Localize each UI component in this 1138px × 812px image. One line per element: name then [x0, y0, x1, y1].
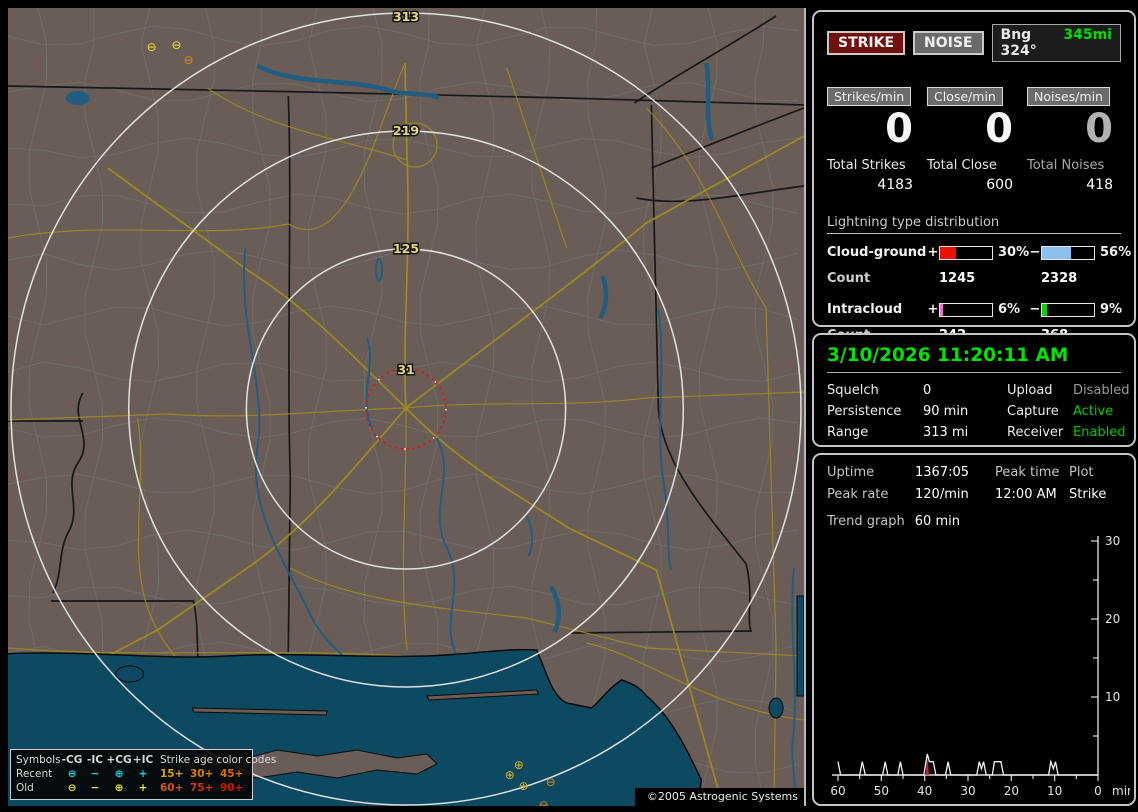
noises-per-min-column: Noises/min 0 Total Noises 418 — [1027, 86, 1121, 193]
strikes-per-min-header: Strikes/min — [827, 87, 912, 106]
capture-status: Active — [1073, 404, 1114, 419]
svg-text:30: 30 — [1105, 534, 1120, 548]
legend-symbols-header: Symbols — [16, 754, 61, 766]
total-noises-value: 418 — [1086, 177, 1113, 193]
noises-per-min-value: 0 — [1085, 106, 1113, 152]
strike-symbol: ⊖ — [539, 798, 549, 806]
cg-minus-count: 2328 — [1041, 271, 1078, 286]
copyright-notice: ©2005 Astrogenic Systems — [634, 788, 804, 806]
uptime-label: Uptime — [827, 465, 875, 480]
close-per-min-value: 0 — [985, 106, 1013, 152]
uptime-value: 1367:05 — [915, 465, 970, 480]
strike-symbol: ⊖ — [184, 53, 194, 67]
pos-cg-old-icon: ⊕ — [114, 782, 124, 794]
strike-filter-button[interactable]: STRIKE — [827, 31, 906, 55]
cg-minus-bar — [1041, 245, 1095, 260]
ring-label-219: 219 — [393, 123, 419, 138]
svg-text:10: 10 — [1105, 690, 1120, 704]
svg-text:50: 50 — [874, 784, 889, 798]
bearing-display: Bng 324° 345mi — [991, 24, 1121, 62]
trend-graph-label: Trend graph — [827, 514, 905, 529]
upload-label: Upload — [1007, 383, 1053, 398]
plot-value: Strike — [1069, 487, 1107, 502]
total-strikes-label: Total Strikes — [827, 158, 906, 173]
ic-plus-bar — [939, 302, 993, 317]
legend-row-recent: Recent ⊖ − ⊕ + 15+ 30+ 45+ — [16, 768, 244, 780]
trend-graph-value: 60 min — [914, 514, 960, 529]
neg-cg-old-icon: ⊖ — [67, 782, 77, 794]
strike-symbol: ⊕ — [505, 768, 515, 782]
close-per-min-header: Close/min — [927, 87, 1003, 106]
peak-time-value: 12:00 AM — [995, 487, 1057, 502]
squelch-label: Squelch — [827, 383, 879, 398]
intracloud-row: Intracloud + 6% − 9% — [827, 302, 1123, 317]
radar-map[interactable]: 313 219 125 31 ⊖ ⊖ ⊖ ⊕ ⊕ ⊕ ⊖ ⊖ Symbols -CG -IC … — [8, 8, 806, 806]
strike-symbol: ⊕ — [519, 779, 529, 793]
app-window: 313 219 125 31 ⊖ ⊖ ⊖ ⊕ ⊕ ⊕ ⊖ ⊖ Symbols -CG -IC … — [0, 0, 1138, 812]
capture-label: Capture — [1007, 404, 1059, 419]
svg-text:40: 40 — [917, 784, 932, 798]
svg-text:10: 10 — [1047, 784, 1062, 798]
svg-text:min: min — [1112, 784, 1130, 798]
total-strikes-value: 4183 — [877, 177, 913, 193]
peak-rate-value: 120/min — [915, 487, 969, 502]
svg-text:20: 20 — [1004, 784, 1019, 798]
strikes-per-min-value: 0 — [885, 106, 913, 152]
ring-label-313: 313 — [393, 9, 419, 24]
range-value: 313 mi — [923, 425, 969, 440]
neg-ic-recent-icon: − — [90, 768, 100, 780]
map-legend: Symbols -CG -IC +CG +IC Strike age color… — [10, 749, 277, 800]
stats-panel: Uptime 1367:05 Peak time Plot Peak rate … — [812, 453, 1136, 806]
svg-text:0: 0 — [1094, 784, 1102, 798]
ic-minus-bar — [1041, 302, 1095, 317]
distribution-title: Lightning type distribution — [827, 215, 1121, 234]
strike-symbol: ⊕ — [514, 758, 524, 772]
cg-plus-bar — [939, 245, 993, 260]
squelch-value: 0 — [923, 383, 932, 398]
strikes-per-min-column: Strikes/min 0 Total Strikes 4183 — [827, 86, 921, 193]
map-canvas: 313 219 125 31 ⊖ ⊖⊖⊕⊕⊕ ⊖⊖ — [8, 8, 804, 806]
strike-symbol: ⊖ — [147, 40, 157, 54]
neg-cg-recent-icon: ⊖ — [67, 768, 77, 780]
persistence-label: Persistence — [827, 404, 902, 419]
noise-filter-button[interactable]: NOISE — [913, 31, 984, 55]
cloud-ground-count-row: Count 1245 2328 — [827, 271, 1121, 286]
svg-text:20: 20 — [1105, 612, 1120, 626]
bearing-distance: 345mi — [1063, 27, 1112, 43]
svg-text:60: 60 — [830, 784, 845, 798]
trend-graph: 60 50 40 30 20 10 0 10 20 30 min — [830, 534, 1130, 798]
plot-label: Plot — [1069, 465, 1094, 480]
persistence-value: 90 min — [923, 404, 969, 419]
strike-symbol: ⊖ — [172, 38, 182, 52]
bearing-value: Bng 324° — [1000, 27, 1037, 59]
peak-time-label: Peak time — [995, 465, 1060, 480]
legend-row-old: Old ⊖ − ⊕ + 60+ 75+ 90+ — [16, 782, 244, 794]
settings-panel: 3/10/2026 11:20:11 AM Squelch 0 Upload D… — [812, 333, 1136, 447]
cloud-ground-row: Cloud-ground + 30% − 56% — [827, 245, 1132, 260]
ring-label-125: 125 — [393, 241, 419, 256]
neg-ic-old-icon: − — [90, 782, 100, 794]
peak-rate-label: Peak rate — [827, 487, 889, 502]
total-close-label: Total Close — [927, 158, 997, 173]
range-label: Range — [827, 425, 869, 440]
upload-status: Disabled — [1073, 383, 1130, 398]
ring-label-31: 31 — [397, 362, 414, 377]
receiver-label: Receiver — [1007, 425, 1064, 440]
legend-age-header: Strike age color codes — [160, 754, 277, 766]
cg-plus-count: 1245 — [939, 271, 976, 286]
total-close-value: 600 — [986, 177, 1013, 193]
total-noises-label: Total Noises — [1027, 158, 1105, 173]
pos-ic-old-icon: + — [138, 782, 148, 794]
strike-symbol: ⊖ — [546, 775, 556, 789]
noises-per-min-header: Noises/min — [1027, 87, 1110, 106]
svg-text:30: 30 — [960, 784, 975, 798]
receiver-status: Enabled — [1073, 425, 1126, 440]
counters-panel: STRIKE NOISE Bng 324° 345mi Strikes/min … — [812, 10, 1136, 343]
pos-cg-recent-icon: ⊕ — [114, 768, 124, 780]
pos-ic-recent-icon: + — [138, 768, 148, 780]
datetime-display: 3/10/2026 11:20:11 AM — [827, 345, 1121, 373]
close-per-min-column: Close/min 0 Total Close 600 — [927, 86, 1021, 193]
